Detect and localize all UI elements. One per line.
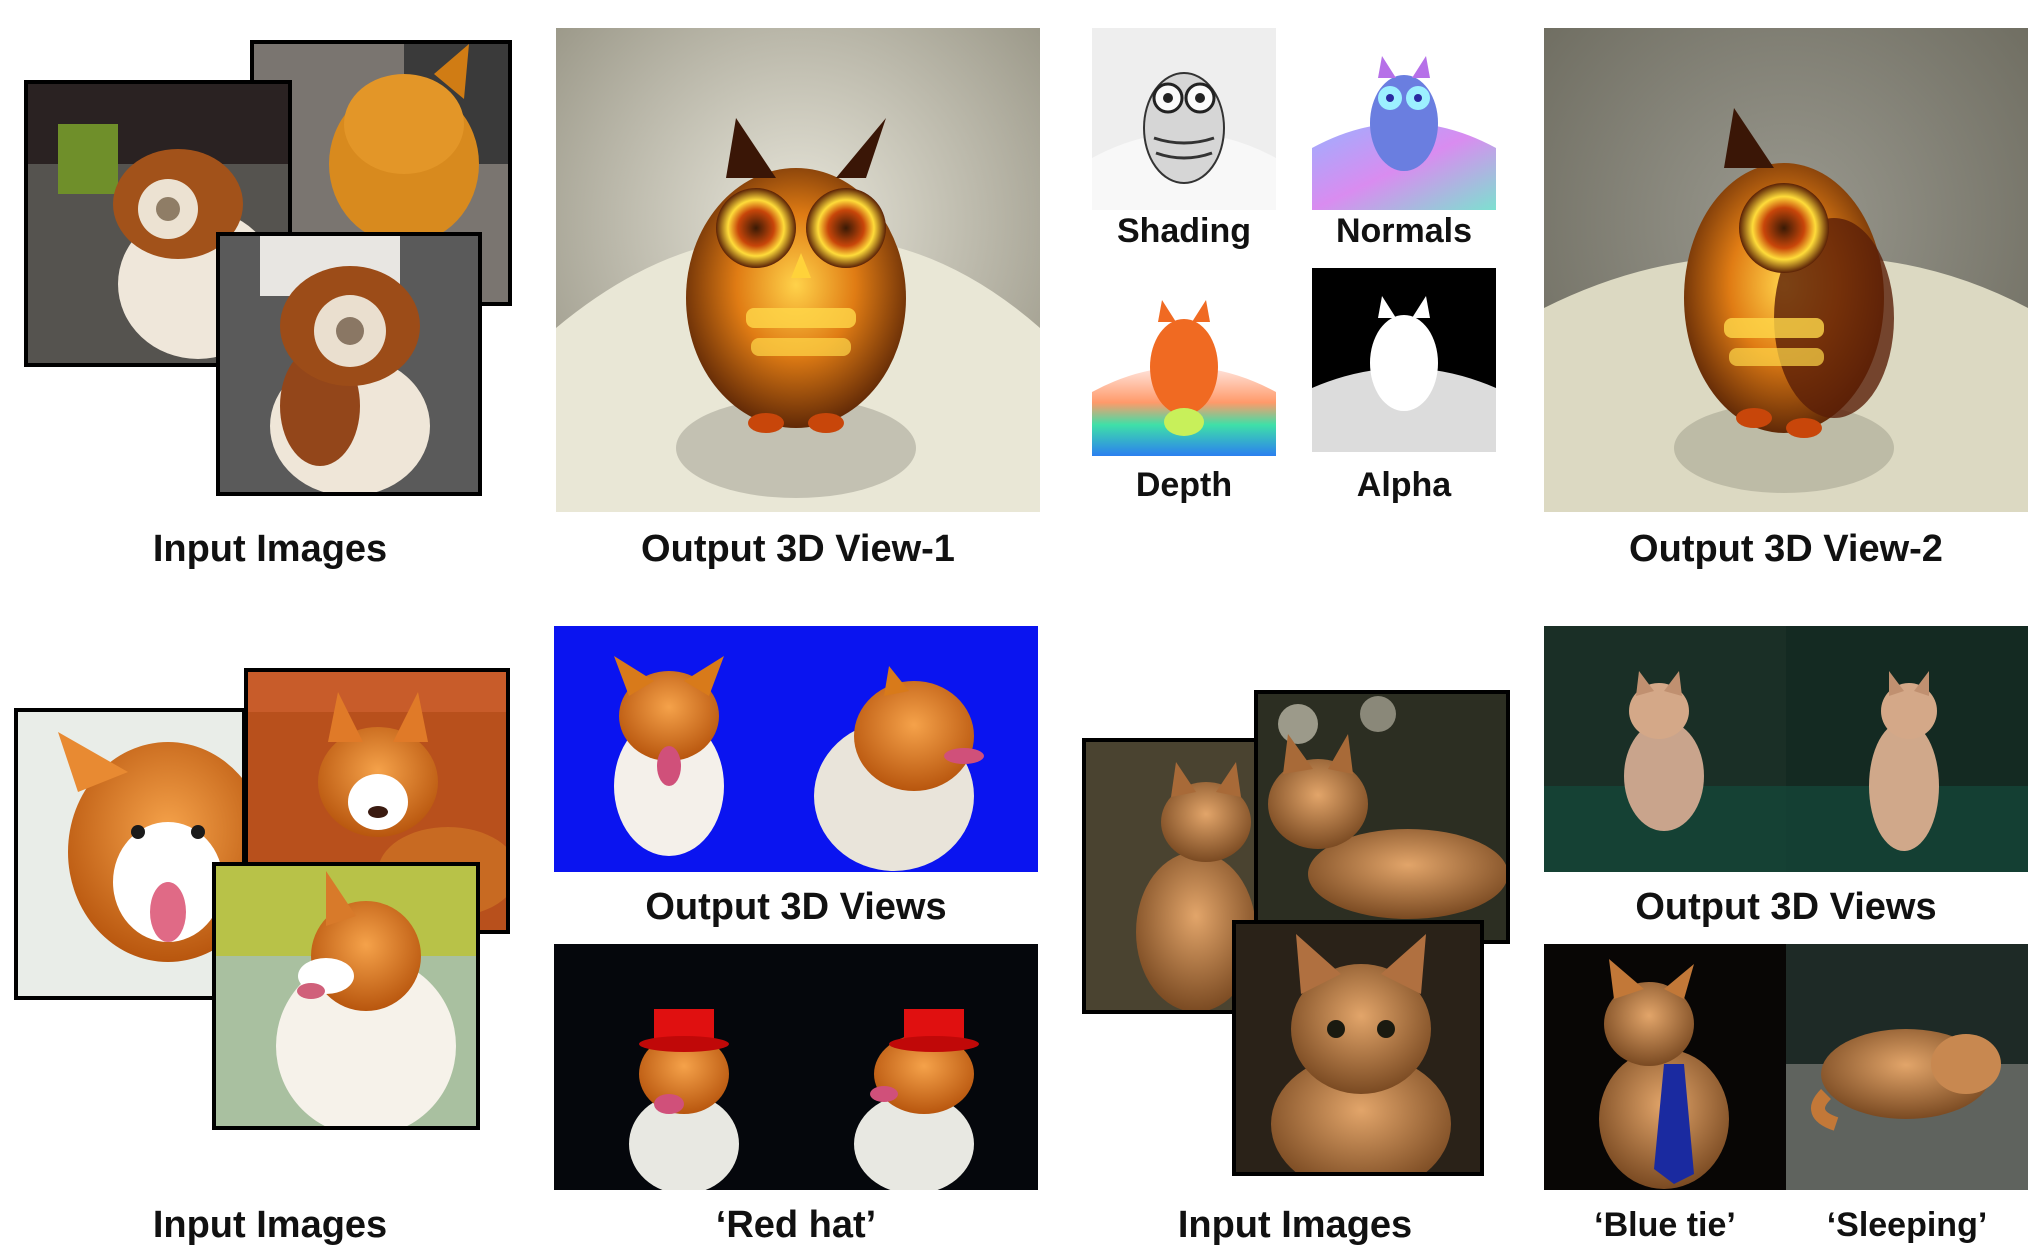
depth-pass: [1092, 272, 1276, 456]
sleeping-label: ‘Sleeping’: [1826, 1206, 1988, 1244]
depth-label: Depth: [1135, 466, 1233, 504]
corgi-red-hat-renders: [554, 944, 1038, 1190]
shading-render: [1092, 28, 1276, 210]
alpha-pass: [1312, 268, 1496, 452]
cat-photo-1-art: [1086, 742, 1254, 1010]
owl-input-photo-3: [216, 232, 482, 496]
cat-input-label: Input Images: [1177, 1204, 1413, 1246]
cat-output-views: [1544, 626, 2028, 872]
alpha-label: Alpha: [1356, 466, 1452, 504]
owl-view-1-label: Output 3D View-1: [641, 528, 955, 570]
cat-views-label: Output 3D Views: [1635, 886, 1937, 928]
cat-input-photo-2: [1254, 690, 1510, 944]
blue-tie-label: ‘Blue tie’: [1594, 1206, 1736, 1244]
corgi-input-label: Input Images: [152, 1204, 388, 1246]
shading-pass: [1092, 28, 1276, 210]
owl-input-label: Input Images: [152, 528, 388, 570]
corgi-red-hat-edit: [554, 944, 1038, 1190]
cat-blue-tie-render: [1544, 944, 1786, 1190]
cat-input-photo-3: [1232, 920, 1484, 1176]
owl-render-1: [556, 28, 1040, 512]
owl-output-view-1: [556, 28, 1040, 512]
owl-view-2-label: Output 3D View-2: [1629, 528, 1943, 570]
depth-render: [1092, 272, 1276, 456]
corgi-views-label: Output 3D Views: [645, 886, 947, 928]
normals-label: Normals: [1335, 212, 1473, 250]
red-hat-label: ‘Red hat’: [715, 1204, 877, 1246]
normals-render: [1312, 28, 1496, 210]
corgi-renders: [554, 626, 1038, 872]
shading-label: Shading: [1116, 212, 1252, 250]
corgi-photo-3-art: [216, 866, 476, 1126]
cat-blue-tie-edit: [1544, 944, 1786, 1190]
alpha-render: [1312, 268, 1496, 452]
owl-photo-3-art: [220, 236, 478, 492]
cat-renders: [1544, 626, 2028, 872]
corgi-photo-2-art: [18, 712, 242, 996]
cat-sleeping-edit: [1786, 944, 2028, 1190]
owl-output-view-2: [1544, 28, 2028, 512]
corgi-output-views: [554, 626, 1038, 872]
corgi-input-photo-3: [212, 862, 480, 1130]
cat-photo-3-art: [1236, 924, 1480, 1172]
owl-render-2: [1544, 28, 2028, 512]
normals-pass: [1312, 28, 1496, 210]
cat-sleeping-render: [1786, 944, 2028, 1190]
cat-photo-2-art: [1258, 694, 1506, 940]
